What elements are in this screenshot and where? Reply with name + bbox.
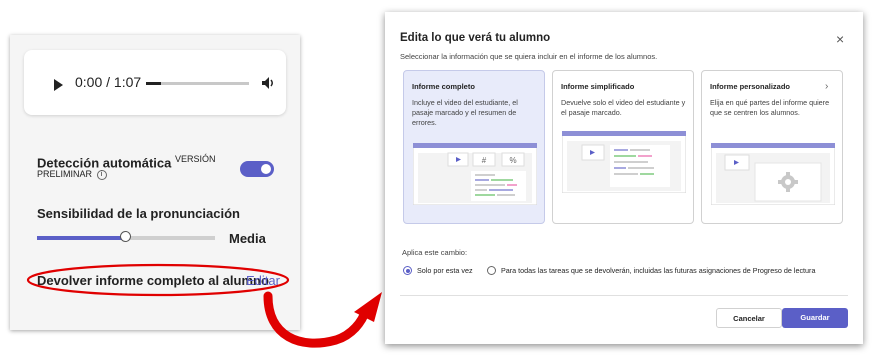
option-title: Informe personalizado	[710, 82, 791, 91]
save-button[interactable]: Guardar	[782, 308, 848, 328]
sensitivity-label: Sensibilidad de la pronunciación	[37, 206, 240, 221]
option-full-report[interactable]: Informe completo Incluye el video del es…	[403, 70, 545, 224]
apply-change-label: Aplica este cambio:	[402, 248, 468, 257]
slider-thumb[interactable]	[120, 231, 131, 242]
option-title: Informe completo	[412, 82, 475, 91]
dialog-title: Edita lo que verá tu alumno	[400, 32, 551, 44]
chevron-right-icon: ›	[825, 81, 829, 92]
info-icon[interactable]: i	[96, 169, 107, 180]
option-description: Incluye el video del estudiante, el pasa…	[412, 98, 518, 127]
dialog-subtitle: Seleccionar la información que se quiera…	[400, 52, 658, 61]
radio-all-assignments-label[interactable]: Para todas las tareas que se devolverán,…	[501, 266, 815, 275]
edit-report-dialog: Edita lo que verá tu alumno × Selecciona…	[385, 12, 863, 344]
sensitivity-slider[interactable]	[37, 231, 215, 242]
option-description: Elija en qué partes del informe quiere q…	[710, 98, 830, 117]
volume-icon[interactable]	[260, 75, 276, 96]
dialog-divider	[400, 295, 848, 296]
simplified-report-illustration	[562, 131, 686, 193]
radio-all-assignments[interactable]	[487, 266, 496, 275]
play-icon[interactable]	[54, 79, 63, 91]
option-simplified-report[interactable]: Informe simplificado Devuelve solo el vi…	[552, 70, 694, 224]
slider-fill	[37, 236, 126, 240]
preview-badge-line: PRELIMINAR i	[37, 169, 107, 180]
preview-badge: VERSIÓN	[175, 154, 216, 164]
edit-link[interactable]: Editar	[246, 273, 280, 288]
preview-badge-cont: PRELIMINAR	[37, 169, 93, 179]
sensitivity-value: Media	[229, 231, 266, 246]
hash-symbol: #	[482, 156, 487, 165]
close-icon[interactable]: ×	[836, 31, 844, 47]
option-title: Informe simplificado	[561, 82, 635, 91]
toggle-knob	[261, 164, 271, 174]
custom-report-illustration	[711, 143, 835, 205]
percent-symbol: %	[509, 156, 516, 165]
radio-this-time-only[interactable]	[403, 266, 412, 275]
option-description: Devuelve solo el video del estudiante y …	[561, 98, 686, 117]
audio-time: 0:00 / 1:07	[75, 74, 142, 90]
radio-this-time-label[interactable]: Solo por esta vez	[417, 266, 473, 275]
auto-detect-toggle[interactable]	[240, 161, 274, 177]
reading-settings-panel: 0:00 / 1:07 Detección automática VERSIÓN…	[10, 35, 300, 330]
option-custom-report[interactable]: Informe personalizado › Elija en qué par…	[701, 70, 843, 224]
audio-player: 0:00 / 1:07	[24, 50, 286, 115]
full-report-illustration: # %	[413, 143, 537, 205]
cancel-button[interactable]: Cancelar	[716, 308, 782, 328]
audio-progress-bar[interactable]	[146, 82, 249, 85]
return-report-label: Devolver informe completo al alumno	[37, 273, 269, 288]
audio-progress-fill	[146, 82, 162, 85]
auto-detect-label: Detección automática VERSIÓN	[37, 154, 216, 170]
arrow-head	[354, 292, 382, 322]
